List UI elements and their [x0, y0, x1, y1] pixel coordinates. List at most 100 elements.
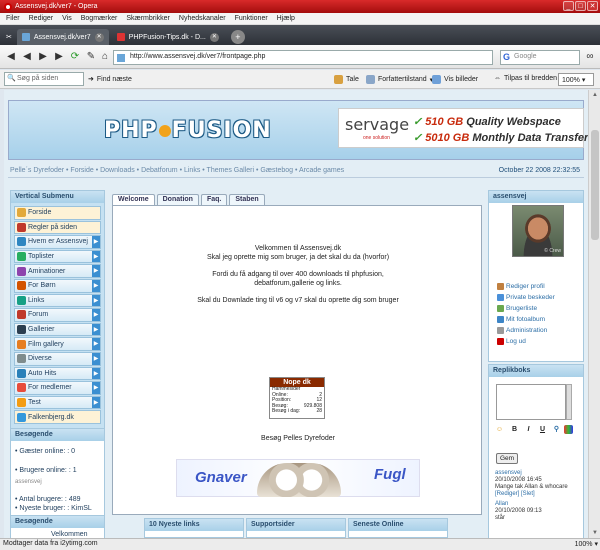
menu-funktioner[interactable]: Funktioner: [235, 15, 268, 22]
servage-l2-bold: 5010 GB: [425, 132, 470, 144]
vis-billeder-button[interactable]: Vis billeder: [432, 75, 478, 84]
shout-input[interactable]: [496, 384, 566, 420]
tools-icon[interactable]: ✂: [4, 29, 14, 45]
dog-image: [257, 463, 341, 497]
shout-edit-links[interactable]: [Rediger] [Slet]: [495, 491, 535, 497]
submenu-item[interactable]: Regler på siden: [14, 220, 101, 235]
forward-icon[interactable]: ▶: [36, 50, 50, 64]
user-link[interactable]: Private beskeder: [497, 292, 555, 303]
gem-button[interactable]: Gem: [496, 453, 518, 464]
submenu-arrow-icon: ▶: [92, 279, 100, 292]
search-input[interactable]: G Google: [500, 50, 580, 65]
shout-scrollbar[interactable]: [566, 384, 572, 420]
user-link[interactable]: Administration: [497, 325, 555, 336]
submenu-item[interactable]: Toplister ▶: [14, 249, 101, 264]
scroll-down-icon[interactable]: ▼: [591, 530, 599, 536]
italic-button[interactable]: I: [524, 425, 533, 434]
gnaver-fugl-banner[interactable]: Gnaver Fugl: [176, 459, 420, 497]
tab-donation[interactable]: Donation: [156, 194, 199, 205]
submenu-item[interactable]: Links ▶: [14, 293, 101, 308]
smiley-icon[interactable]: ☺: [495, 425, 504, 434]
fast-forward-icon[interactable]: ▶: [52, 50, 66, 64]
submenu-item[interactable]: Forside: [14, 206, 101, 220]
menu-item-icon: [17, 237, 26, 247]
tilpas-button[interactable]: ⇔ Tilpas til bredden: [494, 75, 557, 82]
shout-author[interactable]: assensvej: [495, 470, 522, 476]
page-scrollbar[interactable]: ▲ ▼: [588, 90, 600, 538]
home-icon[interactable]: ⌂: [98, 50, 112, 64]
zoom-select[interactable]: 100% ▾: [558, 73, 594, 86]
submenu-item[interactable]: Test ▶: [14, 395, 101, 410]
url-text: http://www.assensvej.dk/ver7/frontpage.p…: [130, 53, 266, 60]
close-tab-icon[interactable]: ✕: [94, 32, 104, 42]
pelle-link[interactable]: Besøg Pelles Dyrefoder: [113, 434, 483, 443]
status-text: Modtager data fra i2ytimg.com: [3, 540, 98, 547]
submenu-item[interactable]: Hvem er Assensvej ▶: [14, 235, 101, 249]
online-user-link[interactable]: assensvej: [11, 477, 104, 489]
menu-rediger[interactable]: Rediger: [29, 15, 54, 22]
link-icon[interactable]: ⚲: [552, 425, 561, 434]
menu-skaermbrikker[interactable]: Skærmbrikker: [126, 15, 170, 22]
tab-welcome[interactable]: Welcome: [112, 194, 155, 205]
user-link[interactable]: Rediger profil: [497, 281, 555, 292]
tab-assensvej[interactable]: Assensvej.dk/ver7 ✕: [16, 29, 109, 45]
color-picker-icon[interactable]: [564, 425, 573, 434]
submenu-title: Vertical Submenu: [11, 191, 104, 203]
status-zoom[interactable]: 100% ▾: [575, 540, 598, 548]
menu-bogmaerker[interactable]: Bogmærker: [81, 15, 118, 22]
new-tab-button[interactable]: +: [230, 30, 245, 44]
servage-l1-bold: 510 GB: [425, 116, 464, 128]
servage-banner[interactable]: servage one solution ✓ 510 GB Quality We…: [338, 108, 588, 148]
menu-item-icon: [17, 310, 26, 320]
welcome-line-2: Skal jeg oprette mig som bruger, ja det …: [206, 254, 390, 261]
banner-left-text: Gnaver: [195, 469, 247, 486]
servage-l2: Monthly Data Transfer: [469, 132, 588, 144]
bold-button[interactable]: B: [510, 425, 519, 434]
user-link[interactable]: Mit fotoalbum: [497, 314, 555, 325]
secondary-toolbar: 🔍 Søg på siden ➜ Find næste Tale Forfatter…: [0, 70, 600, 89]
submenu-item[interactable]: Falkenbjerg.dk: [14, 410, 101, 424]
menu-vis[interactable]: Vis: [62, 15, 72, 22]
menu-hjaelp[interactable]: Hjælp: [277, 15, 295, 22]
tab-phpfusion-tips[interactable]: PHPFusion-Tips.dk - D... ✕: [112, 29, 224, 45]
tab-staben[interactable]: Staben: [229, 194, 265, 205]
underline-button[interactable]: U: [538, 425, 547, 434]
close-tab-icon[interactable]: ✕: [209, 32, 219, 42]
menu-filer[interactable]: Filer: [6, 15, 20, 22]
close-button[interactable]: ✕: [587, 1, 598, 11]
rewind-icon[interactable]: ◀: [20, 50, 34, 64]
opera-link-icon[interactable]: ∞: [583, 50, 597, 64]
minimize-button[interactable]: _: [563, 1, 574, 11]
find-input[interactable]: 🔍 Søg på siden: [4, 72, 84, 86]
back-icon[interactable]: ◀: [4, 50, 18, 64]
menu-nyhedskanaler[interactable]: Nyhedskanaler: [179, 15, 226, 22]
nope-counter[interactable]: Nope dk Hammesider Online: 2 Position: 12 Bes…: [269, 377, 325, 419]
scroll-up-icon[interactable]: ▲: [591, 92, 599, 98]
submenu-item[interactable]: Aminationer ▶: [14, 264, 101, 278]
scroll-thumb[interactable]: [591, 130, 599, 240]
submenu-item[interactable]: Forum ▶: [14, 308, 101, 322]
address-input[interactable]: http://www.assensvej.dk/ver7/frontpage.p…: [113, 50, 493, 65]
shout-author[interactable]: Allan: [495, 501, 508, 507]
find-next-button[interactable]: ➜ Find næste: [88, 75, 132, 84]
edit-icon[interactable]: ✎: [84, 50, 98, 64]
submenu-item[interactable]: Auto Hits ▶: [14, 366, 101, 381]
reload-icon[interactable]: ⟳: [68, 50, 82, 64]
submenu-item[interactable]: Diverse ▶: [14, 351, 101, 366]
user-link[interactable]: Log ud: [497, 336, 555, 347]
forfatter-button[interactable]: Forfattertilstand▾: [366, 75, 433, 84]
user-link-icon: [497, 327, 504, 334]
submenu-item[interactable]: Film gallery ▶: [14, 337, 101, 351]
site-nav[interactable]: Pelle´s Dyrefoder • Forside • Downloads …: [8, 166, 584, 178]
maximize-button[interactable]: □: [575, 1, 586, 11]
submenu-item[interactable]: For Børn ▶: [14, 278, 101, 293]
submenu-item[interactable]: Gallerier ▶: [14, 322, 101, 337]
php-fusion-logo[interactable]: PHP FUSION: [104, 118, 272, 143]
submenu-arrow-icon: ▶: [92, 236, 100, 248]
submenu-item[interactable]: For medlemer ▶: [14, 381, 101, 395]
menu-item-icon: [17, 222, 26, 232]
submenu-list: Forside Regler på siden Hvem er Assensvej ▶…: [11, 203, 104, 428]
tale-button[interactable]: Tale: [334, 75, 359, 84]
user-link[interactable]: Brugerliste: [497, 303, 555, 314]
tab-faq[interactable]: Faq.: [200, 194, 228, 205]
